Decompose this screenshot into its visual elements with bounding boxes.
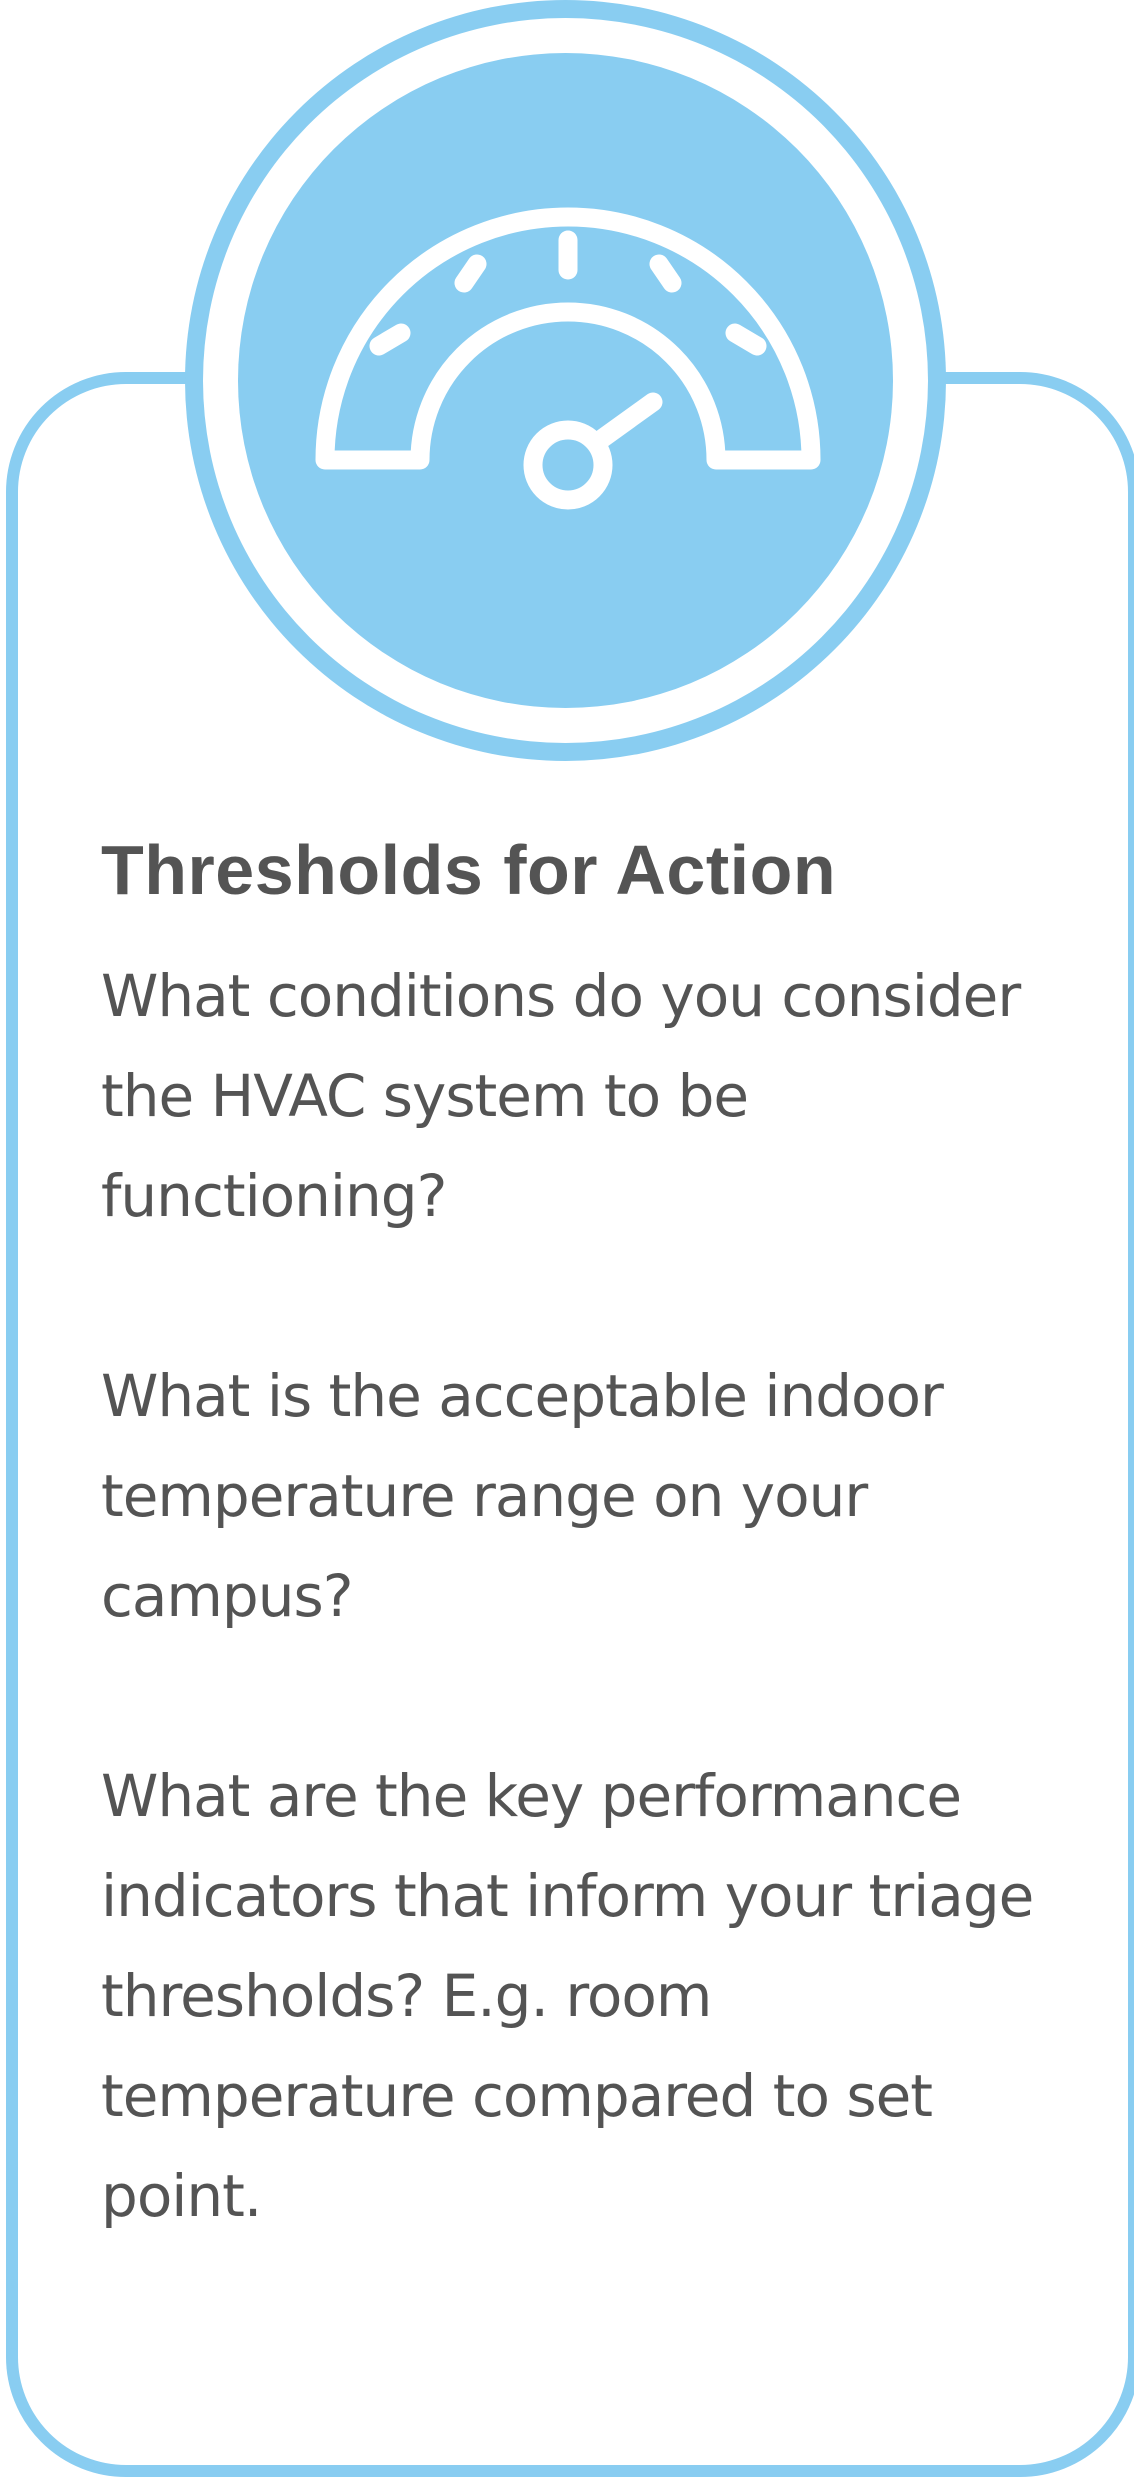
question-paragraph: What are the key performance indicators … [101, 1762, 1034, 2230]
icon-badge [185, 0, 946, 761]
question-paragraph: What conditions do you consider the HVAC… [101, 962, 1021, 1230]
card-title: Thresholds for Action [101, 831, 837, 909]
card-content: Thresholds for Action What conditions do… [101, 820, 1061, 2246]
question-paragraph: What is the acceptable indoor temperatur… [101, 1362, 944, 1630]
speedometer-gauge-icon [315, 207, 821, 510]
